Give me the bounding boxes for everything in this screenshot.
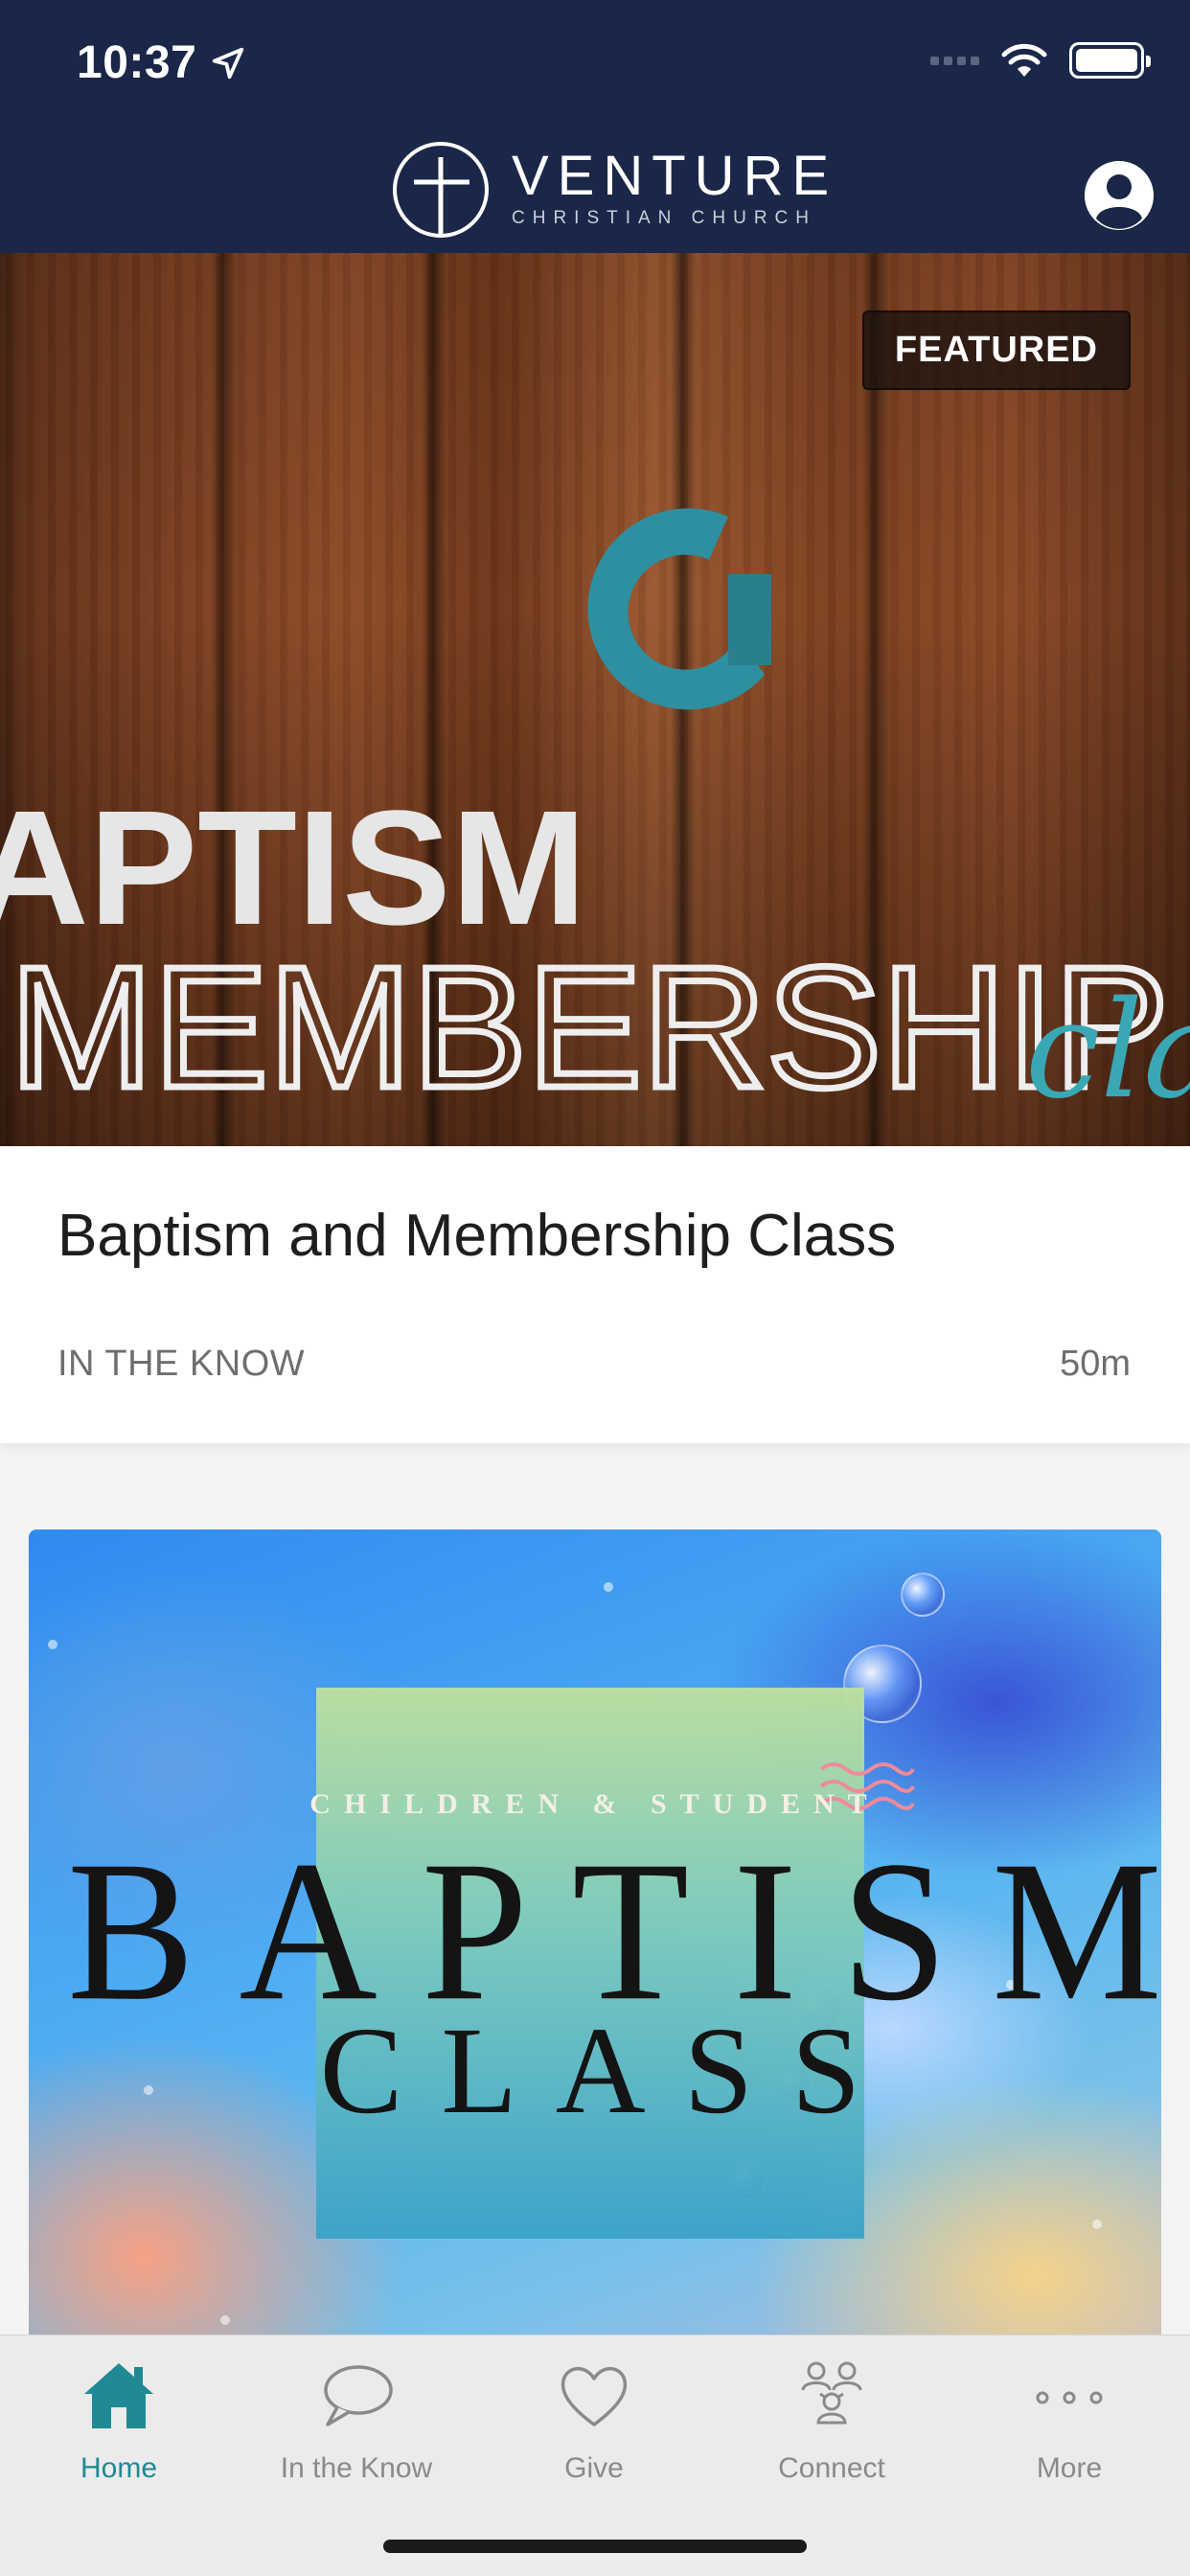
tab-give-label: Give	[564, 2452, 624, 2484]
battery-icon	[1069, 42, 1151, 79]
brand-name: VENTURE	[512, 145, 838, 207]
heart-icon	[551, 2353, 637, 2439]
app-header: 10:37 VENTURE CHRISTIAN CHURCH	[0, 0, 1190, 253]
chat-bubble-icon	[313, 2353, 400, 2439]
tab-in-the-know[interactable]: In the Know	[238, 2353, 475, 2506]
tab-connect[interactable]: Connect	[713, 2353, 950, 2506]
group-icon	[789, 2353, 875, 2439]
cross-logo-icon	[393, 142, 489, 238]
brand-logo[interactable]: VENTURE CHRISTIAN CHURCH	[391, 140, 837, 240]
tab-connect-label: Connect	[778, 2452, 885, 2484]
tab-home[interactable]: Home	[0, 2353, 238, 2506]
featured-duration: 50m	[1060, 1344, 1131, 1384]
location-arrow-icon	[213, 47, 244, 79]
cellular-signal-icon	[930, 56, 979, 65]
more-dots-icon	[1026, 2353, 1112, 2439]
featured-info-card[interactable]: Baptism and Membership Class IN THE KNOW…	[0, 1146, 1190, 1443]
featured-category: IN THE KNOW	[57, 1344, 306, 1384]
featured-title: Baptism and Membership Class	[57, 1203, 897, 1269]
hero-art-line2: MEMBERSHIP	[10, 932, 1169, 1124]
user-avatar-icon	[1085, 161, 1154, 230]
dot	[220, 2315, 230, 2325]
dot	[604, 1582, 613, 1592]
card-art-class-title: CLASS	[319, 2002, 900, 2140]
home-indicator[interactable]	[383, 2540, 807, 2553]
status-indicators	[930, 42, 1151, 79]
baptism-class-card-image[interactable]: CHILDREN & STUDENT BAPTISM CLASS	[29, 1530, 1161, 2392]
tab-more-label: More	[1036, 2452, 1103, 2484]
hero-art-script: cla	[1025, 973, 1190, 1129]
status-time: 10:37	[77, 36, 246, 89]
wifi-icon	[1001, 43, 1047, 77]
dot	[48, 1640, 57, 1649]
tab-home-label: Home	[80, 2452, 158, 2484]
card-art-subtitle: CHILDREN & STUDENT	[309, 1788, 881, 1820]
home-icon	[76, 2353, 162, 2439]
brand-subtitle: CHRISTIAN CHURCH	[512, 208, 816, 228]
featured-badge: FEATURED	[861, 310, 1131, 390]
dot	[1092, 2220, 1102, 2229]
bubble	[901, 1573, 945, 1617]
featured-hero-image[interactable]: APTISM MEMBERSHIP cla FEATURED	[0, 253, 1190, 1146]
tab-more[interactable]: More	[950, 2353, 1188, 2506]
tab-give[interactable]: Give	[475, 2353, 713, 2506]
status-time-text: 10:37	[77, 37, 197, 88]
profile-button[interactable]	[1085, 161, 1154, 230]
tab-in-the-know-label: In the Know	[280, 2452, 433, 2484]
